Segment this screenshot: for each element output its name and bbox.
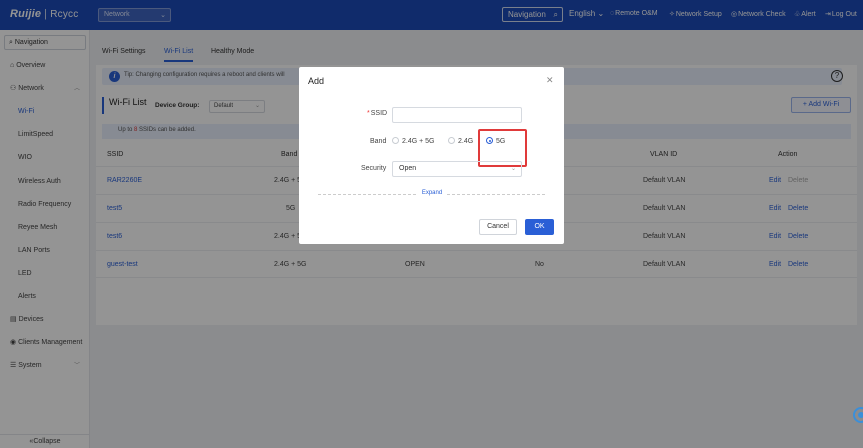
radio-icon: [448, 137, 455, 144]
security-value: Open: [399, 165, 417, 172]
add-wifi-dialog: Add ✕ *SSID Band 2.4G + 5G 2.4G 5G Secur…: [299, 67, 564, 244]
radio-icon: [392, 137, 399, 144]
required-marker: *: [367, 110, 370, 117]
divider: [318, 194, 416, 195]
floating-assistant-icon[interactable]: [851, 404, 863, 426]
close-icon[interactable]: ✕: [546, 75, 554, 86]
security-select[interactable]: Open ⌄: [392, 161, 522, 177]
band-option-2-4g[interactable]: 2.4G: [448, 137, 473, 145]
band-option-label: 2.4G: [458, 138, 474, 145]
cancel-button[interactable]: Cancel: [479, 219, 517, 235]
band-option-label: 2.4G + 5G: [402, 138, 435, 145]
band-label: Band: [370, 138, 387, 145]
ok-button[interactable]: OK: [525, 219, 554, 235]
ssid-label-text: SSID: [370, 110, 388, 117]
dialog-title: Add: [308, 76, 325, 86]
band-option-dual[interactable]: 2.4G + 5G: [392, 137, 435, 145]
security-label: Security: [361, 165, 387, 172]
chevron-down-icon: ⌄: [510, 166, 516, 172]
ssid-label: *SSID: [367, 110, 387, 117]
divider: [447, 194, 545, 195]
expand-link[interactable]: Expand: [417, 190, 447, 196]
ssid-input[interactable]: [392, 107, 522, 123]
